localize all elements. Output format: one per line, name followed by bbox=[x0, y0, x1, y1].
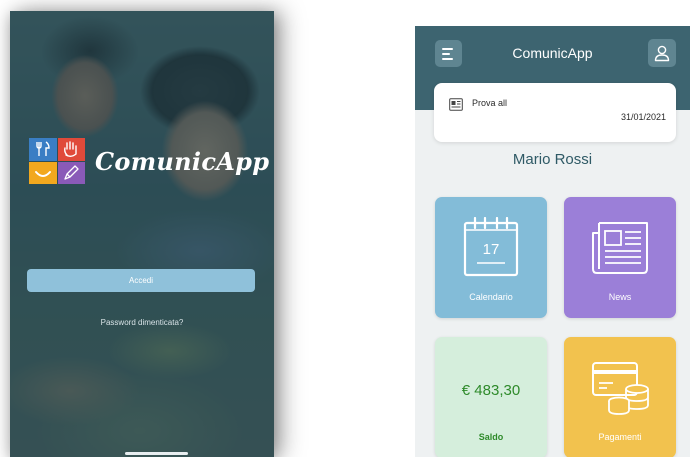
payments-label: Pagamenti bbox=[598, 432, 642, 442]
calendar-day: 17 bbox=[482, 241, 500, 258]
pencil-icon bbox=[57, 161, 85, 184]
home-indicator bbox=[125, 452, 188, 455]
stage: ComunicApp Accedi Password dimenticata? … bbox=[0, 0, 690, 457]
payment-card-coins-icon bbox=[592, 362, 649, 415]
cutlery-icon bbox=[29, 138, 57, 161]
login-screen: ComunicApp Accedi Password dimenticata? bbox=[10, 11, 274, 457]
profile-button[interactable] bbox=[648, 39, 676, 67]
document-icon bbox=[449, 98, 463, 111]
payments-tile[interactable]: Pagamenti bbox=[564, 337, 676, 457]
calendar-label: Calendario bbox=[469, 292, 513, 302]
newspaper-icon bbox=[592, 222, 648, 274]
smile-icon bbox=[29, 161, 57, 184]
user-icon bbox=[654, 45, 670, 62]
hand-icon bbox=[57, 138, 85, 161]
news-tile[interactable]: News bbox=[564, 197, 676, 318]
background-tint bbox=[10, 11, 274, 457]
notice-date: 31/01/2021 bbox=[620, 112, 666, 122]
app-logo-icon bbox=[29, 138, 85, 184]
notice-title: Prova all bbox=[472, 98, 508, 108]
notice-card[interactable]: Prova all 31/01/2021 bbox=[434, 83, 676, 142]
dashboard-screen: ComunicApp Prova all 31/01/2021 Mario Ro… bbox=[415, 26, 690, 457]
balance-value: € 483,30 bbox=[461, 382, 521, 399]
brand: ComunicApp bbox=[29, 138, 269, 184]
balance-label: Saldo bbox=[478, 432, 504, 442]
forgot-password-link[interactable]: Password dimenticata? bbox=[10, 318, 274, 327]
calendar-tile[interactable]: 17 Calendario bbox=[435, 197, 547, 318]
app-name: ComunicApp bbox=[95, 146, 270, 176]
student-name: Mario Rossi bbox=[512, 151, 593, 168]
login-button[interactable]: Accedi bbox=[27, 269, 255, 292]
news-label: News bbox=[608, 292, 632, 302]
balance-tile[interactable]: € 483,30 Saldo bbox=[435, 337, 547, 457]
